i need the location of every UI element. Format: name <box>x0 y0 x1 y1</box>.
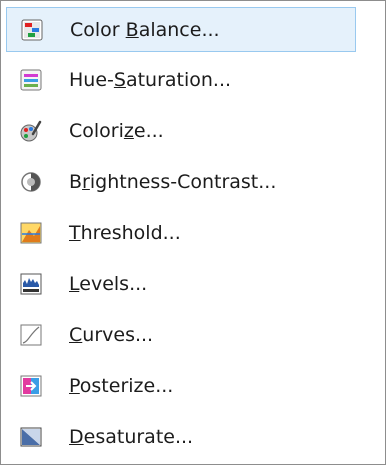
menu-item-threshold[interactable]: Threshold... <box>6 211 356 256</box>
colorize-icon <box>20 120 42 142</box>
menu-item-label: Desaturate... <box>69 426 194 448</box>
menu-item-color-balance[interactable]: Color Balance... <box>6 7 356 52</box>
menu-item-brightness-contrast[interactable]: Brightness-Contrast... <box>6 160 356 205</box>
menu-item-label: Colorize... <box>69 120 164 142</box>
posterize-icon <box>20 375 42 397</box>
menu-item-curves[interactable]: Curves... <box>6 313 356 358</box>
curves-icon <box>20 324 42 346</box>
menu-item-levels[interactable]: Levels... <box>6 262 356 307</box>
menu-item-desaturate[interactable]: Desaturate... <box>6 415 356 460</box>
menu-item-label: Hue-Saturation... <box>69 69 232 91</box>
menu-item-label: Levels... <box>69 273 148 295</box>
colors-menu: Color Balance... Hue-Saturation... Color… <box>0 0 386 465</box>
brightness-contrast-icon <box>20 171 42 193</box>
menu-item-label: Threshold... <box>69 222 181 244</box>
threshold-icon <box>20 222 42 244</box>
menu-item-label: Curves... <box>69 324 154 346</box>
menu-item-posterize[interactable]: Posterize... <box>6 364 356 409</box>
menu-item-colorize[interactable]: Colorize... <box>6 109 356 154</box>
hue-saturation-icon <box>20 69 42 91</box>
menu-item-label: Color Balance... <box>70 19 220 41</box>
levels-icon <box>20 273 42 295</box>
menu-item-label: Brightness-Contrast... <box>69 171 277 193</box>
desaturate-icon <box>20 426 42 448</box>
menu-item-hue-saturation[interactable]: Hue-Saturation... <box>6 58 356 103</box>
color-balance-icon <box>21 19 43 41</box>
menu-item-label: Posterize... <box>69 375 174 397</box>
